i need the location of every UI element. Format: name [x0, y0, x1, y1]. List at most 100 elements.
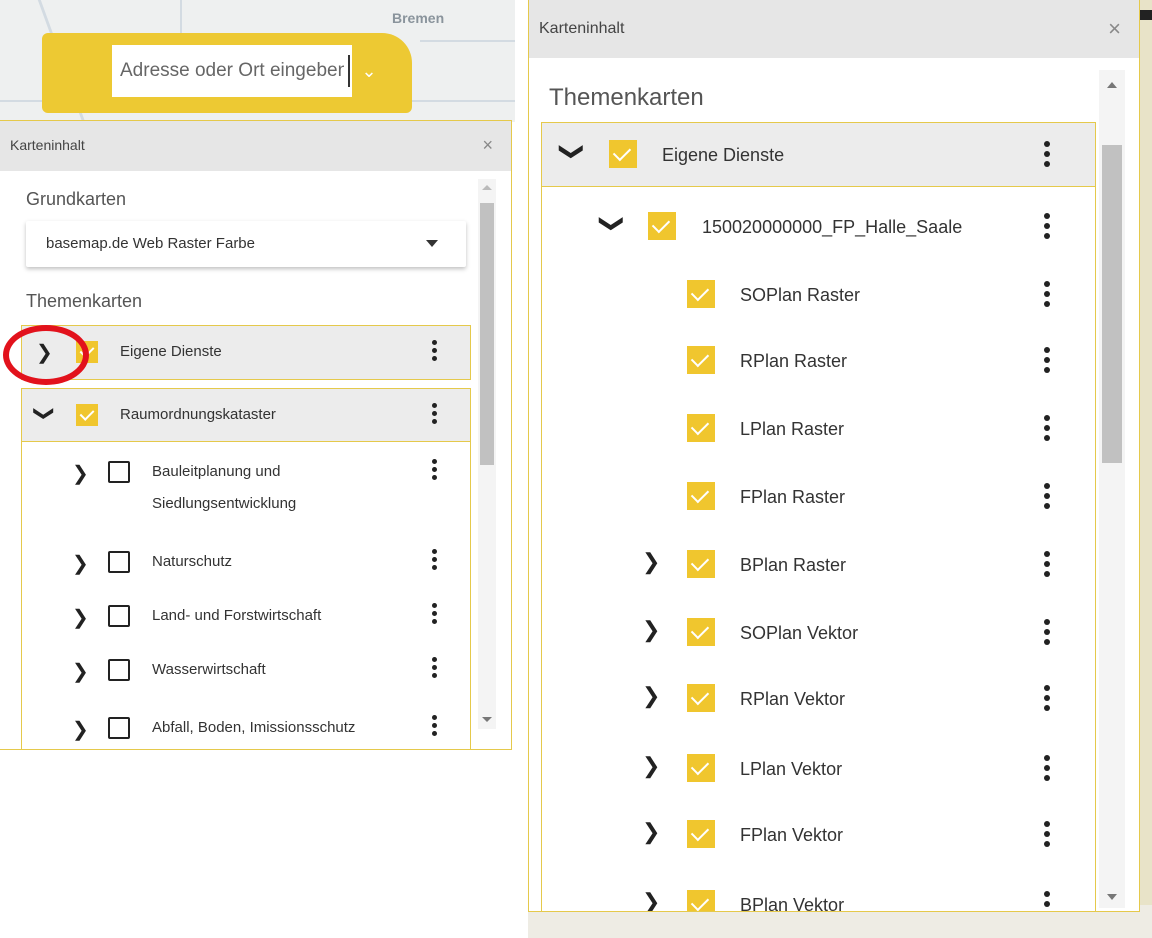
more-vert-icon[interactable] — [1044, 415, 1050, 441]
chevron-down-icon[interactable]: ⌄ — [354, 57, 384, 85]
chevron-right-icon[interactable]: ❯ — [72, 551, 89, 576]
chevron-right-icon[interactable]: ❯ — [72, 717, 89, 742]
chevron-down-icon[interactable]: ❯ — [598, 213, 627, 233]
more-vert-icon[interactable] — [432, 603, 438, 624]
chevron-right-icon[interactable]: ❯ — [72, 461, 89, 486]
checkbox-icon[interactable] — [687, 550, 715, 578]
chevron-right-icon[interactable]: ❯ — [642, 819, 660, 845]
tree-row-soplan-vektor[interactable]: ❯ SOPlan Vektor — [542, 601, 1095, 661]
tree-group-raumordnungskataster: ❯ Raumordnungskataster ❯ Bauleitplanung … — [21, 388, 471, 749]
chevron-down-icon[interactable]: ❯ — [558, 141, 587, 161]
more-vert-icon[interactable] — [1044, 141, 1050, 167]
tree-row-rplan-vektor[interactable]: ❯ RPlan Vektor — [542, 667, 1095, 727]
checkbox-icon[interactable] — [108, 717, 130, 739]
tree-item-label: Bauleitplanung und — [152, 463, 281, 480]
tree-item-label: LPlan Raster — [740, 419, 845, 439]
more-vert-icon[interactable] — [1044, 891, 1050, 911]
more-vert-icon[interactable] — [432, 403, 438, 424]
checkbox-icon[interactable] — [76, 404, 98, 426]
map-city-label: Bremen — [392, 10, 445, 26]
tree-row-bplan-vektor[interactable]: ❯ BPlan Vektor — [542, 873, 1095, 911]
more-vert-icon[interactable] — [1044, 685, 1050, 711]
chevron-right-icon[interactable]: ❯ — [72, 605, 89, 630]
checkbox-icon[interactable] — [108, 461, 130, 483]
more-vert-icon[interactable] — [432, 340, 438, 361]
chevron-right-icon[interactable]: ❯ — [642, 889, 660, 911]
more-vert-icon[interactable] — [432, 549, 438, 570]
more-vert-icon[interactable] — [1044, 213, 1050, 239]
tree-item-label-line2: Siedlungsentwicklung — [152, 495, 297, 512]
chevron-right-icon[interactable]: ❯ — [72, 659, 89, 684]
checkbox-icon[interactable] — [687, 820, 715, 848]
panel-header: Karteninhalt × — [0, 121, 511, 171]
tree-row-raumordnung[interactable]: ❯ Raumordnungskataster — [22, 389, 470, 442]
scroll-up-icon[interactable] — [482, 185, 492, 190]
tree-row-fplan-vektor[interactable]: ❯ FPlan Vektor — [542, 803, 1095, 863]
search-input[interactable] — [112, 45, 352, 97]
chevron-right-icon[interactable]: ❯ — [642, 683, 660, 709]
scroll-down-icon[interactable] — [1107, 894, 1117, 900]
checkbox-icon[interactable] — [687, 618, 715, 646]
left-layer-panel: Karteninhalt × Grundkarten basemap.de We… — [0, 120, 512, 750]
close-icon[interactable]: × — [1108, 16, 1121, 42]
tree-row-lplan-raster[interactable]: LPlan Raster — [542, 397, 1095, 457]
chevron-right-icon[interactable]: ❯ — [642, 617, 660, 643]
checkbox-icon[interactable] — [687, 280, 715, 308]
tree-item-label: Naturschutz — [152, 553, 233, 570]
tree-row-fplan-raster[interactable]: FPlan Raster — [542, 465, 1095, 525]
checkbox-icon[interactable] — [648, 212, 676, 240]
checkbox-icon[interactable] — [687, 482, 715, 510]
chevron-down-icon[interactable]: ❯ — [32, 405, 57, 422]
checkbox-icon[interactable] — [687, 754, 715, 782]
checkbox-icon[interactable] — [108, 605, 130, 627]
tree-row-wasserwirtschaft[interactable]: ❯ Wasserwirtschaft — [22, 647, 470, 697]
checkbox-icon[interactable] — [108, 659, 130, 681]
more-vert-icon[interactable] — [432, 459, 438, 480]
theme-section-title: Themenkarten — [26, 291, 143, 311]
tree-row-bauleitplanung[interactable]: ❯ Bauleitplanung und Siedlungsentwicklun… — [22, 449, 470, 519]
scroll-down-icon[interactable] — [482, 717, 492, 722]
tree-row-rplan-raster[interactable]: RPlan Raster — [542, 329, 1095, 389]
more-vert-icon[interactable] — [1044, 551, 1050, 577]
scrollbar[interactable] — [1099, 70, 1125, 908]
scrollbar[interactable] — [478, 179, 496, 729]
tree-row-soplan-raster[interactable]: SOPlan Raster — [542, 263, 1095, 323]
checkbox-icon[interactable] — [609, 140, 637, 168]
more-vert-icon[interactable] — [1044, 619, 1050, 645]
checkbox-icon[interactable] — [108, 551, 130, 573]
checkbox-icon[interactable] — [687, 346, 715, 374]
more-vert-icon[interactable] — [1044, 281, 1050, 307]
tree-row-fp-halle[interactable]: ❯ 150020000000_FP_Halle_Saale — [542, 195, 1095, 255]
more-vert-icon[interactable] — [1044, 483, 1050, 509]
tree-row-lplan-vektor[interactable]: ❯ LPlan Vektor — [542, 737, 1095, 797]
tree-item-label: 150020000000_FP_Halle_Saale — [702, 217, 963, 237]
tree-item-label: RPlan Vektor — [740, 689, 846, 709]
checkbox-icon[interactable] — [687, 684, 715, 712]
tree-item-label: Eigene Dienste — [120, 343, 222, 360]
scroll-thumb[interactable] — [1102, 145, 1122, 463]
more-vert-icon[interactable] — [1044, 347, 1050, 373]
scroll-thumb[interactable] — [480, 203, 494, 465]
close-icon[interactable]: × — [482, 135, 493, 156]
tree-row-eigene-dienste[interactable]: ❯ Eigene Dienste — [542, 123, 1095, 187]
tree-row-bplan-raster[interactable]: ❯ BPlan Raster — [542, 533, 1095, 593]
chevron-right-icon[interactable]: ❯ — [642, 549, 660, 575]
tree-row-abfall[interactable]: ❯ Abfall, Boden, Imissionsschutz — [22, 705, 470, 749]
tree-item-label: RPlan Raster — [740, 351, 848, 371]
tree-item-label: Abfall, Boden, Imissionsschutz — [152, 719, 356, 736]
more-vert-icon[interactable] — [432, 715, 438, 736]
chevron-right-icon[interactable]: ❯ — [642, 753, 660, 779]
tree-row-naturschutz[interactable]: ❯ Naturschutz — [22, 539, 470, 589]
more-vert-icon[interactable] — [432, 657, 438, 678]
checkbox-icon[interactable] — [687, 890, 715, 911]
tree-item-label: Eigene Dienste — [662, 145, 785, 165]
scroll-up-icon[interactable] — [1107, 82, 1117, 88]
checkbox-icon[interactable] — [687, 414, 715, 442]
more-vert-icon[interactable] — [1044, 821, 1050, 847]
tree-row-landwirtschaft[interactable]: ❯ Land- und Forstwirtschaft — [22, 593, 470, 643]
basemap-selected-value: basemap.de Web Raster Farbe — [46, 235, 255, 252]
search-bar: ⌄ — [42, 33, 412, 113]
more-vert-icon[interactable] — [1044, 755, 1050, 781]
basemap-select[interactable]: basemap.de Web Raster Farbe — [26, 221, 466, 267]
panel-header: Karteninhalt × — [529, 0, 1139, 58]
